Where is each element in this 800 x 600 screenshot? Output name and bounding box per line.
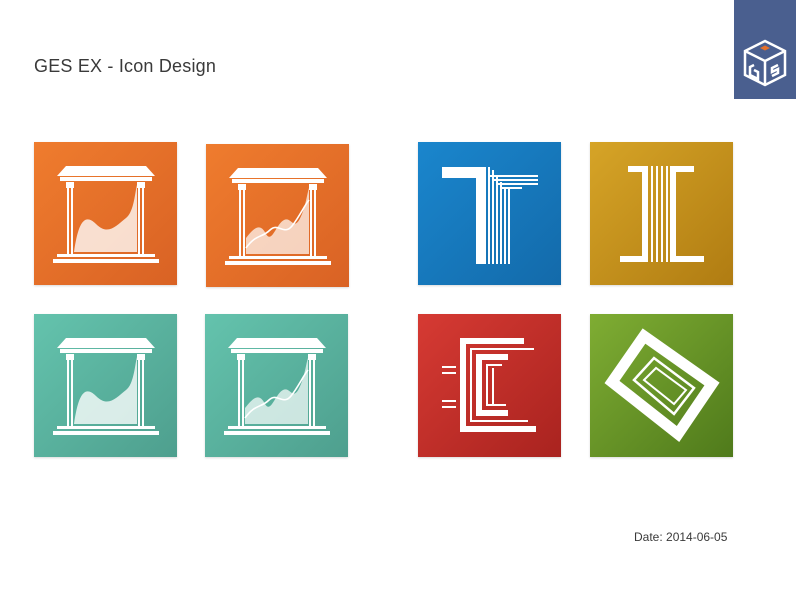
letter-t-icon xyxy=(442,167,538,264)
icon-tile-temple-chart-teal-1[interactable] xyxy=(34,314,177,457)
icon-tile-letter-i-gold[interactable] xyxy=(590,142,733,285)
temple-chart-icon xyxy=(53,166,159,263)
ges-cube-logo-icon xyxy=(743,39,787,87)
temple-chart-icon xyxy=(53,338,159,435)
icon-tile-temple-chart-orange-1[interactable] xyxy=(34,142,177,285)
letter-e-icon xyxy=(442,338,536,432)
icon-tile-temple-chart-orange-2[interactable] xyxy=(206,144,349,287)
letter-s-icon xyxy=(604,328,720,442)
date-label: Date: 2014-06-05 xyxy=(634,530,728,544)
icon-tile-letter-t-blue[interactable] xyxy=(418,142,561,285)
page-title: GES EX - Icon Design xyxy=(34,56,217,76)
icon-tile-temple-chart-teal-2[interactable] xyxy=(205,314,348,457)
letter-i-icon xyxy=(620,166,704,262)
icon-tile-letter-e-red[interactable] xyxy=(418,314,561,457)
temple-chart-icon xyxy=(225,168,331,265)
ges-logo xyxy=(734,0,796,99)
icon-tile-letter-s-green[interactable] xyxy=(590,314,733,457)
temple-chart-icon xyxy=(224,338,330,435)
